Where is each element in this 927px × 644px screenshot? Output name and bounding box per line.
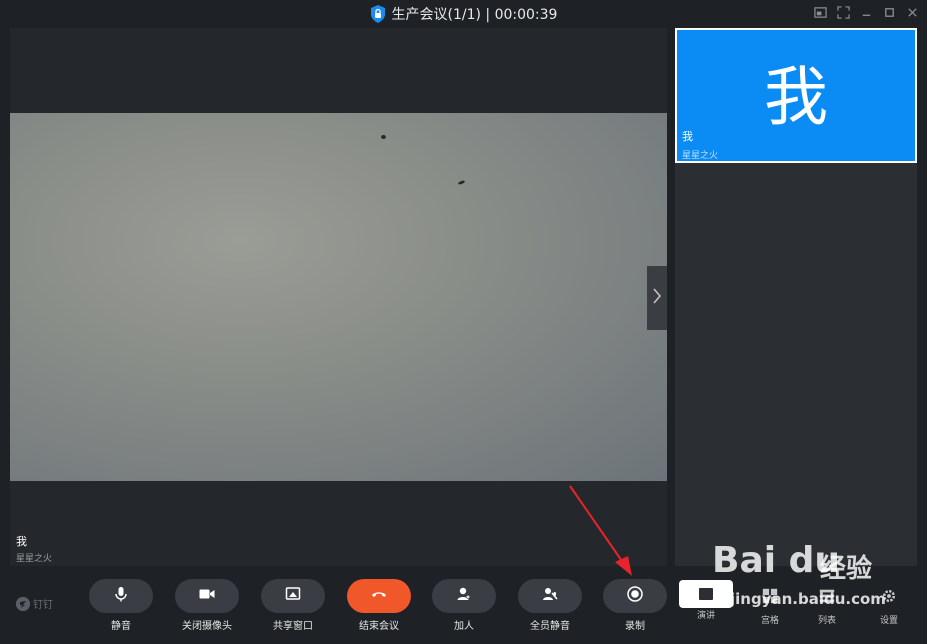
maximize-icon[interactable] bbox=[882, 6, 896, 20]
mute-button[interactable] bbox=[89, 579, 153, 613]
mute-all-button[interactable] bbox=[518, 579, 582, 613]
meeting-title: 生产会议(1/1) | 00:00:39 bbox=[391, 7, 558, 23]
list-view-tool[interactable]: 列表 bbox=[807, 586, 847, 626]
meeting-window: 生产会议(1/1) | 00:00:39 我 星星之火 我 我 星星之火 钉钉 … bbox=[0, 0, 927, 644]
present-icon bbox=[679, 580, 733, 608]
settings-label: 设置 bbox=[879, 616, 898, 626]
fullscreen-icon[interactable] bbox=[836, 6, 850, 20]
expand-panel-button[interactable] bbox=[647, 266, 667, 330]
add-person-button[interactable] bbox=[432, 579, 496, 613]
mute-all-icon bbox=[541, 585, 559, 607]
title-bar: 生产会议(1/1) | 00:00:39 bbox=[0, 0, 927, 28]
gear-icon bbox=[879, 586, 899, 606]
settings-tool[interactable]: 设置 bbox=[869, 586, 909, 626]
end-meeting-label: 结束会议 bbox=[359, 621, 399, 632]
shield-lock-icon bbox=[370, 5, 386, 23]
camera-label: 关闭摄像头 bbox=[182, 621, 232, 632]
record-label: 录制 bbox=[625, 621, 645, 632]
list-view-label: 列表 bbox=[817, 616, 836, 626]
end-meeting-tool[interactable]: 结束会议 bbox=[339, 579, 419, 632]
camera-off-button[interactable] bbox=[175, 579, 239, 613]
main-participant-name: 我 bbox=[16, 535, 27, 548]
grid-view-label: 宫格 bbox=[760, 616, 779, 626]
pip-icon[interactable] bbox=[813, 6, 827, 20]
main-participant-org: 星星之火 bbox=[16, 554, 53, 564]
record-tool[interactable]: 录制 bbox=[595, 579, 675, 632]
grid-view-icon bbox=[760, 586, 780, 606]
add-person-label: 加人 bbox=[454, 621, 474, 632]
brand-label: 钉钉 bbox=[33, 600, 53, 611]
mute-all-tool[interactable]: 全员静音 bbox=[510, 579, 590, 632]
share-label: 共享窗口 bbox=[273, 621, 313, 632]
hang-up-icon bbox=[370, 585, 388, 607]
share-screen-icon bbox=[284, 585, 302, 607]
share-window-button[interactable] bbox=[261, 579, 325, 613]
dingtalk-brand: 钉钉 bbox=[16, 596, 53, 611]
record-button[interactable] bbox=[603, 579, 667, 613]
present-label: 演讲 bbox=[696, 611, 715, 621]
microphone-icon bbox=[112, 585, 130, 607]
mute-tool[interactable]: 静音 bbox=[81, 579, 161, 632]
mute-all-label: 全员静音 bbox=[530, 621, 570, 632]
camera-icon bbox=[198, 585, 216, 607]
meeting-toolbar: 钉钉 静音 关闭摄像头 共享窗口 结束会议 加人 全员静音 录制 演讲 宫格 列… bbox=[0, 566, 927, 644]
camera-tool[interactable]: 关闭摄像头 bbox=[167, 579, 247, 632]
camera-feed bbox=[10, 113, 667, 481]
mute-label: 静音 bbox=[111, 621, 131, 632]
tile-participant-name: 我 bbox=[682, 130, 693, 143]
participant-panel: 我 我 星星之火 bbox=[675, 28, 917, 566]
tile-participant-org: 星星之火 bbox=[682, 151, 719, 161]
add-person-tool[interactable]: 加人 bbox=[424, 579, 504, 632]
present-tool[interactable]: 演讲 bbox=[679, 580, 733, 621]
end-meeting-button[interactable] bbox=[347, 579, 411, 613]
participant-tile[interactable]: 我 我 星星之火 bbox=[675, 28, 917, 163]
close-icon[interactable] bbox=[905, 6, 919, 20]
dingtalk-logo-icon bbox=[16, 596, 30, 611]
list-view-icon bbox=[817, 586, 837, 606]
add-user-icon bbox=[455, 585, 473, 607]
share-tool[interactable]: 共享窗口 bbox=[253, 579, 333, 632]
annotation-arrow bbox=[569, 485, 632, 576]
avatar: 我 bbox=[764, 60, 828, 135]
grid-view-tool[interactable]: 宫格 bbox=[750, 586, 790, 626]
record-icon bbox=[626, 585, 644, 607]
chevron-right-icon bbox=[652, 288, 662, 309]
minimize-icon[interactable] bbox=[859, 6, 873, 20]
